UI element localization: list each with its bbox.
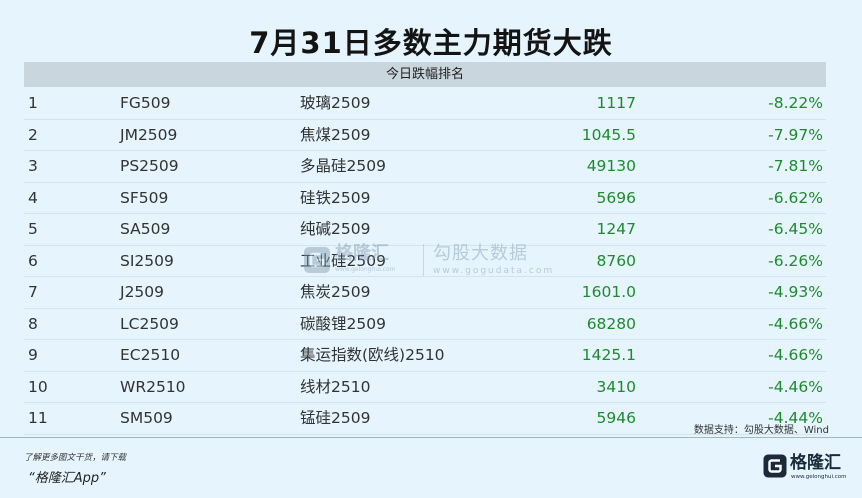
gelonghui-icon <box>763 454 787 478</box>
data-source: 数据支持：勾股大数据、Wind <box>693 425 829 436</box>
price-cell: 1247 <box>596 220 636 238</box>
price-cell: 68280 <box>586 314 636 333</box>
change-cell: -4.66% <box>768 314 823 333</box>
price-cell: 3410 <box>596 377 636 396</box>
price-cell: 1045.5 <box>581 125 636 144</box>
name-cell: 玻璃2509 <box>300 94 371 112</box>
table-row: 3 PS2509 多晶硅2509 49130 -7.81% <box>24 151 826 183</box>
name-cell: 焦煤2509 <box>300 125 371 144</box>
change-cell: -7.97% <box>768 125 823 144</box>
change-cell: -6.45% <box>768 220 823 238</box>
price-cell: 5696 <box>596 188 636 207</box>
change-cell: -4.93% <box>768 283 823 301</box>
price-cell: 1601.0 <box>581 283 636 301</box>
page-title: 7月31日多数主力期货大跌 <box>249 26 613 60</box>
code-cell: JM2509 <box>120 125 178 144</box>
price-cell: 49130 <box>586 157 636 175</box>
code-cell: SA509 <box>120 220 171 238</box>
code-cell: SM509 <box>120 409 173 427</box>
code-cell: SF509 <box>120 188 169 207</box>
table-row: 8 LC2509 碳酸锂2509 68280 -4.66% <box>24 309 826 340</box>
name-cell: 集运指数(欧线)2510 <box>300 346 445 364</box>
table-row: 4 SF509 硅铁2509 5696 -6.62% <box>24 183 826 214</box>
rank-cell: 3 <box>28 157 38 175</box>
rank-cell: 5 <box>28 220 38 238</box>
price-cell: 8760 <box>596 251 636 270</box>
rank-cell: 11 <box>28 409 48 427</box>
name-cell: 工业硅2509 <box>300 251 386 270</box>
rank-cell: 9 <box>28 346 38 364</box>
code-cell: J2509 <box>120 283 165 301</box>
name-cell: 硅铁2509 <box>300 188 371 207</box>
change-cell: -4.46% <box>768 377 823 396</box>
table-row: 6 SI2509 工业硅2509 8760 -6.26% <box>24 246 826 277</box>
price-cell: 5946 <box>596 409 636 427</box>
rank-cell: 4 <box>28 188 38 207</box>
name-cell: 纯碱2509 <box>300 220 371 238</box>
table-row: 1 FG509 玻璃2509 1117 -8.22% <box>24 88 826 120</box>
change-cell: -8.22% <box>768 94 823 112</box>
rank-cell: 6 <box>28 251 38 270</box>
table-row: 10 WR2510 线材2510 3410 -4.46% <box>24 372 826 403</box>
code-cell: LC2509 <box>120 314 179 333</box>
logo-url: www.gelonghui.com <box>791 474 847 480</box>
table-row: 2 JM2509 焦煤2509 1045.5 -7.97% <box>24 120 826 151</box>
code-cell: PS2509 <box>120 157 179 175</box>
name-cell: 碳酸锂2509 <box>300 314 386 333</box>
download-note: 了解更多图文干货，请下载 <box>24 453 127 463</box>
rank-cell: 7 <box>28 283 38 301</box>
code-cell: SI2509 <box>120 251 174 270</box>
rank-cell: 8 <box>28 314 38 333</box>
download-app-name: “格隆汇App” <box>28 471 106 486</box>
table-header: 今日跌幅排名 <box>24 62 826 87</box>
footer-divider <box>0 437 862 438</box>
logo-text: 格隆汇 <box>790 453 841 473</box>
rank-cell: 1 <box>28 94 38 112</box>
name-cell: 线材2510 <box>300 377 371 396</box>
price-cell: 1117 <box>596 94 636 112</box>
name-cell: 多晶硅2509 <box>300 157 386 175</box>
name-cell: 焦炭2509 <box>300 283 371 301</box>
rank-cell: 2 <box>28 125 38 144</box>
code-cell: EC2510 <box>120 346 181 364</box>
change-cell: -6.62% <box>768 188 823 207</box>
change-cell: -6.26% <box>768 251 823 270</box>
rank-cell: 10 <box>28 377 48 396</box>
table-row: 7 J2509 焦炭2509 1601.0 -4.93% <box>24 277 826 309</box>
name-cell: 锰硅2509 <box>300 409 371 427</box>
price-cell: 1425.1 <box>581 346 636 364</box>
ranking-table: 1 FG509 玻璃2509 1117 -8.22% 2 JM2509 焦煤2509 1045.… <box>24 88 826 435</box>
code-cell: WR2510 <box>120 377 186 396</box>
code-cell: FG509 <box>120 94 171 112</box>
table-row: 9 EC2510 集运指数(欧线)2510 1425.1 -4.66% <box>24 340 826 372</box>
table-row: 5 SA509 纯碱2509 1247 -6.45% <box>24 214 826 246</box>
gelonghui-logo: 格隆汇 www.gelonghui.com <box>763 452 847 482</box>
change-cell: -4.66% <box>768 346 823 364</box>
change-cell: -7.81% <box>768 157 823 175</box>
